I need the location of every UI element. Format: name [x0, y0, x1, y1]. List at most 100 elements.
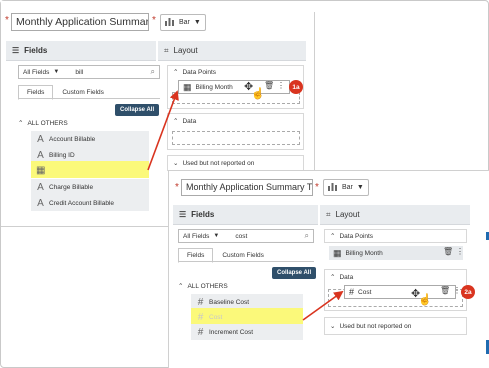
chevron-up-icon: ⌃ [330, 274, 336, 281]
more-vertical-icon[interactable]: ⋮ [456, 247, 464, 256]
group-label: ALL OTHERS [187, 282, 228, 290]
chevron-down-icon: ▼ [193, 19, 201, 26]
text-icon: A [37, 181, 44, 193]
more-vertical-icon[interactable]: ⋮ [277, 81, 285, 90]
bar-chart-icon [328, 182, 338, 193]
list-icon: ☰ [12, 46, 20, 55]
section-label: Data [182, 117, 197, 125]
data-points-title[interactable]: ⌃ Data Points [330, 232, 374, 241]
list-icon: ☰ [179, 210, 187, 219]
required-mark: * [5, 15, 9, 26]
chevron-up-icon: ⌃ [178, 283, 184, 290]
chart-title-input[interactable]: Monthly Application Summary Tren [181, 179, 313, 196]
chevron-up-icon: ⌃ [330, 233, 336, 240]
pill-label: Cost [358, 288, 372, 296]
text-icon: A [37, 133, 44, 145]
chevron-down-icon: ▼ [213, 233, 220, 239]
section-label: Data Points [182, 68, 217, 76]
layout-icon: ⌗ [326, 209, 331, 219]
field-filter-select[interactable]: All Fields [183, 233, 209, 240]
unused-title[interactable]: ⌄ Used but not reported on [173, 159, 255, 168]
chevron-down-icon: ▼ [356, 184, 364, 191]
text-icon: A [37, 197, 44, 209]
field-search[interactable]: All Fields ▼ bill ⌕ [18, 65, 160, 79]
layout-header-label: Layout [335, 210, 360, 219]
field-label: Baseline Cost [209, 298, 250, 306]
section-label: Used but not reported on [339, 322, 412, 330]
group-all-others[interactable]: ⌃ ALL OTHERS [178, 282, 228, 291]
calendar-icon: ▦ [333, 247, 342, 258]
more-vertical-icon[interactable]: ⋮ [453, 286, 461, 295]
field-filter-select[interactable]: All Fields [23, 69, 49, 76]
layout-header-label: Layout [173, 46, 198, 55]
step-badge-2a: 2a [461, 285, 475, 299]
required-mark: * [152, 15, 156, 26]
data-title[interactable]: ⌃ Data [173, 117, 197, 126]
field-label: Credit Account Billable [49, 199, 115, 207]
hand-cursor-icon: ☝ [251, 88, 265, 100]
field-item-dragged[interactable]: ▦ [31, 162, 149, 178]
drop-zone[interactable] [172, 131, 300, 145]
hash-icon: # [197, 311, 204, 323]
collapse-all-button[interactable]: Collapse All [272, 267, 317, 279]
search-input[interactable]: cost [235, 233, 304, 240]
trash-icon[interactable]: 🗑 [264, 81, 274, 90]
unused-title[interactable]: ⌄ Used but not reported on [330, 322, 412, 331]
chevron-up-icon: ⌃ [173, 69, 179, 76]
field-search[interactable]: All Fields ▼ cost ⌕ [178, 229, 314, 243]
field-label: Billing ID [49, 151, 75, 159]
required-mark: * [175, 182, 179, 193]
calendar-icon: ▦ [183, 81, 192, 92]
field-label: Account Billable [49, 135, 96, 143]
fields-panel-header: ☰ Fields [173, 205, 318, 225]
hash-icon: # [349, 287, 355, 297]
chevron-down-icon: ▼ [53, 69, 60, 75]
chevron-up-icon: ⌃ [173, 118, 179, 125]
step-badge-1a: 1a [289, 80, 303, 94]
fields-header-label: Fields [24, 46, 48, 55]
field-label: Cost [209, 313, 223, 321]
tab-divider [178, 261, 314, 262]
layout-icon: ⌗ [164, 45, 169, 55]
pill-label: Billing Month [195, 83, 233, 91]
tab-divider [18, 98, 160, 99]
section-label: Data [339, 273, 354, 281]
bar-chart-icon [165, 17, 175, 28]
chart-type-dropdown[interactable]: Bar ▼ [160, 14, 206, 31]
chevron-up-icon: ⌃ [18, 120, 24, 127]
section-label: Data Points [339, 232, 374, 240]
trash-icon[interactable]: 🗑 [443, 247, 453, 256]
chevron-down-icon: ⌄ [173, 160, 179, 167]
chart-type-dropdown[interactable]: Bar ▼ [323, 179, 369, 196]
chart-type-label: Bar [179, 19, 190, 26]
hash-icon: # [197, 326, 204, 338]
search-icon: ⌕ [304, 231, 309, 240]
search-input[interactable]: bill [75, 69, 150, 76]
data-title[interactable]: ⌃ Data [330, 273, 354, 282]
search-icon: ⌕ [150, 67, 155, 76]
text-icon: A [37, 149, 44, 161]
field-item[interactable]: A Account Billable [31, 131, 149, 147]
field-label: Charge Billable [49, 183, 94, 191]
pill-label: Billing Month [345, 249, 383, 257]
calendar-icon: ▦ [36, 164, 46, 176]
group-label: ALL OTHERS [27, 119, 68, 127]
layout-panel-header: ⌗ Layout [158, 41, 306, 61]
screenshot-step-2: * Monthly Application Summary Tren * Bar… [168, 170, 489, 368]
chart-type-label: Bar [342, 184, 353, 191]
group-all-others[interactable]: ⌃ ALL OTHERS [18, 119, 68, 128]
field-item[interactable]: A Credit Account Billable [31, 195, 149, 211]
field-item[interactable]: # Increment Cost [191, 324, 303, 340]
layout-panel-header: ⌗ Layout [320, 205, 470, 225]
hash-icon: # [197, 296, 204, 308]
collapse-all-button[interactable]: Collapse All [115, 104, 160, 116]
hand-cursor-icon: ☝ [418, 294, 432, 306]
field-item[interactable]: A Charge Billable [31, 179, 149, 195]
data-points-title[interactable]: ⌃ Data Points [173, 68, 217, 77]
trash-icon[interactable]: 🗑 [440, 286, 450, 295]
chart-title-input[interactable]: Monthly Application Summary Tren [11, 13, 149, 31]
fields-panel-header: ☰ Fields [6, 41, 156, 61]
chevron-down-icon: ⌄ [330, 323, 336, 330]
field-item-dragged[interactable]: # Cost [191, 309, 303, 325]
section-label: Used but not reported on [182, 159, 255, 167]
